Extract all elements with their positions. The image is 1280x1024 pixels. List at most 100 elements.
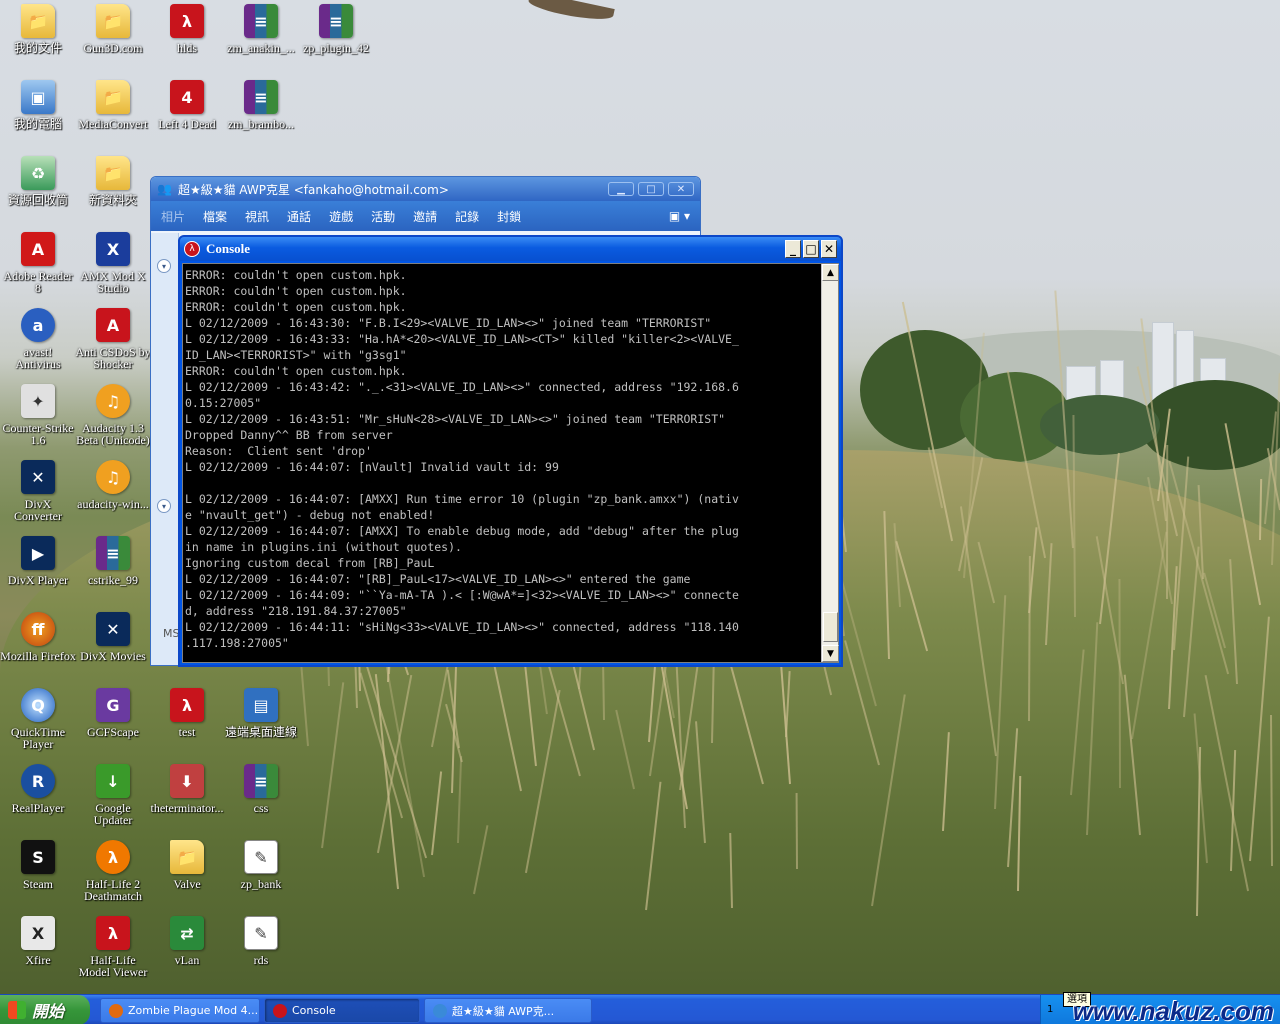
desktop-icon-label: Xfire [25, 953, 51, 967]
desktop-icon[interactable]: ✎ rds [223, 916, 299, 966]
console-line: .117.198:27005" [185, 636, 289, 650]
messenger-menu-item[interactable]: 通話 [287, 208, 311, 225]
desktop-icon[interactable]: X AMX Mod X Studio [75, 232, 151, 294]
desktop: 📁 我的文件 📁 Gun3D.com λ hlds ≡ zm_anakin_... ≡ zp_pl… [0, 0, 1280, 994]
desktop-icon[interactable]: ♫ Audacity 1.3 Beta (Unicode) [75, 384, 151, 446]
app-icon: G [96, 688, 130, 722]
desktop-icon[interactable]: λ test [149, 688, 225, 738]
desktop-icon[interactable]: S Steam [0, 840, 76, 890]
desktop-icon[interactable]: λ Half-Life 2 Deathmatch [75, 840, 151, 902]
desktop-icon[interactable]: ✕ DivX Converter [0, 460, 76, 522]
minimize-button[interactable]: ▁ [608, 182, 634, 196]
scroll-down-button[interactable]: ▼ [822, 645, 839, 662]
toolbar-options-icon[interactable]: ▣ ▾ [669, 209, 690, 223]
console-line: ERROR: couldn't open custom.hpk. [185, 300, 407, 314]
console-line: ERROR: couldn't open custom.hpk. [185, 284, 407, 298]
desktop-icon-label: Half-Life 2 Deathmatch [84, 877, 142, 903]
desktop-icon[interactable]: ♫ audacity-win... [75, 460, 151, 510]
minimize-button[interactable]: _ [785, 240, 801, 258]
desktop-icon[interactable]: G GCFScape [75, 688, 151, 738]
desktop-icon[interactable]: ≡ zm_anakin_... [223, 4, 299, 54]
app-icon: 📁 [170, 840, 204, 874]
desktop-icon[interactable]: ✦ Counter-Strike 1.6 [0, 384, 76, 446]
desktop-icon[interactable]: ✎ zp_bank [223, 840, 299, 890]
messenger-status-text: MS [163, 627, 180, 640]
desktop-icon[interactable]: ♻ 資源回收筒 [0, 156, 76, 206]
desktop-icon[interactable]: ≡ zp_plugin_42 [298, 4, 374, 54]
desktop-icon[interactable]: ≡ zm_brambo... [223, 80, 299, 130]
collapse-arrow-icon[interactable]: ▾ [157, 259, 171, 273]
desktop-icon[interactable]: 📁 MediaConvert [75, 80, 151, 130]
messenger-menu-item[interactable]: 封鎖 [497, 208, 521, 225]
taskbar-button[interactable]: Zombie Plague Mod 4.... [100, 998, 260, 1023]
messenger-menu-item[interactable]: 視訊 [245, 208, 269, 225]
desktop-icon[interactable]: ↓ Google Updater [75, 764, 151, 826]
desktop-icon[interactable]: R RealPlayer [0, 764, 76, 814]
app-icon: ♫ [96, 460, 130, 494]
app-icon: ✕ [96, 612, 130, 646]
app-icon: 📁 [96, 80, 130, 114]
desktop-icon[interactable]: λ hlds [149, 4, 225, 54]
messenger-title-bar[interactable]: 👥 超★級★貓 AWP克星 <fankaho@hotmail.com> ▁ □ … [151, 177, 700, 201]
desktop-icon-label: Steam [23, 877, 53, 891]
app-icon: ✎ [244, 840, 278, 874]
app-icon: A [96, 308, 130, 342]
maximize-button[interactable]: □ [638, 182, 664, 196]
desktop-icon[interactable]: ff Mozilla Firefox [0, 612, 76, 662]
messenger-menu-item[interactable]: 邀請 [413, 208, 437, 225]
desktop-icon[interactable]: 📁 我的文件 [0, 4, 76, 54]
desktop-icon-label: theterminator... [150, 801, 224, 815]
console-output-area[interactable]: ERROR: couldn't open custom.hpk. ERROR: c… [182, 263, 839, 663]
close-button[interactable]: ✕ [668, 182, 694, 196]
app-icon: ≡ [244, 764, 278, 798]
desktop-icon-label: 我的文件 [13, 41, 62, 55]
desktop-icon-label: 遠端桌面連線 [224, 725, 297, 739]
app-icon: 📁 [96, 4, 130, 38]
console-line: L 02/12/2009 - 16:44:07: [nVault] Invali… [185, 460, 559, 474]
messenger-menu-item[interactable]: 遊戲 [329, 208, 353, 225]
desktop-icon[interactable]: A Adobe Reader 8 [0, 232, 76, 294]
messenger-menu-item[interactable]: 活動 [371, 208, 395, 225]
console-title-bar[interactable]: λ Console _ □ ✕ [180, 237, 841, 261]
desktop-icon-label: 我的電腦 [13, 117, 62, 131]
messenger-menu-item[interactable]: 檔案 [203, 208, 227, 225]
desktop-icon[interactable]: ≡ cstrike_99 [75, 536, 151, 586]
start-button[interactable]: 開始 [0, 995, 90, 1024]
vertical-scrollbar[interactable]: ▲ ▼ [821, 264, 839, 662]
desktop-icon[interactable]: 4 Left 4 Dead [149, 80, 225, 130]
desktop-icon[interactable]: ▤ 遠端桌面連線 [223, 688, 299, 738]
app-icon: ✦ [21, 384, 55, 418]
desktop-icon-label: avast! Antivirus [15, 345, 61, 371]
desktop-icon[interactable]: ▣ 我的電腦 [0, 80, 76, 130]
desktop-icon[interactable]: ⬇ theterminator... [149, 764, 225, 814]
messenger-menu-item[interactable]: 記錄 [455, 208, 479, 225]
desktop-icon[interactable]: A Anti CSDoS by Shocker [75, 308, 151, 370]
close-button[interactable]: ✕ [821, 240, 837, 258]
taskbar: 開始 Zombie Plague Mod 4.... Console 超★級★貓 A… [0, 992, 1280, 1024]
console-window[interactable]: λ Console _ □ ✕ ERROR: couldn't open cus… [178, 235, 843, 667]
desktop-icon[interactable]: 📁 Valve [149, 840, 225, 890]
desktop-icon-label: RealPlayer [11, 801, 65, 815]
desktop-icon[interactable]: Q QuickTime Player [0, 688, 76, 750]
tree-cluster [1140, 380, 1280, 470]
desktop-icon[interactable]: a avast! Antivirus [0, 308, 76, 370]
desktop-icon[interactable]: 📁 Gun3D.com [75, 4, 151, 54]
scrollbar-thumb[interactable] [823, 612, 838, 642]
desktop-icon[interactable]: ⇄ vLan [149, 916, 225, 966]
desktop-icon[interactable]: ✕ DivX Movies [75, 612, 151, 662]
collapse-arrow-icon[interactable]: ▾ [157, 499, 171, 513]
taskbar-button[interactable]: 超★級★貓 AWP克... [424, 998, 592, 1023]
taskbar-button[interactable]: Console [264, 998, 420, 1023]
desktop-icon[interactable]: 📁 新資料夾 [75, 156, 151, 206]
maximize-button[interactable]: □ [803, 240, 819, 258]
desktop-icon[interactable]: λ Half-Life Model Viewer [75, 916, 151, 978]
scroll-up-button[interactable]: ▲ [822, 264, 839, 281]
messenger-menu-item[interactable]: 相片 [161, 208, 185, 225]
desktop-icon-label: zm_brambo... [227, 117, 295, 131]
console-line: L 02/12/2009 - 16:43:51: "Mr_sHuN<28><VA… [185, 412, 726, 426]
desktop-icon-label: QuickTime Player [10, 725, 66, 751]
desktop-icon[interactable]: X Xfire [0, 916, 76, 966]
desktop-icon[interactable]: ≡ css [223, 764, 299, 814]
desktop-icon-label: rds [253, 953, 269, 967]
desktop-icon[interactable]: ▶ DivX Player [0, 536, 76, 586]
